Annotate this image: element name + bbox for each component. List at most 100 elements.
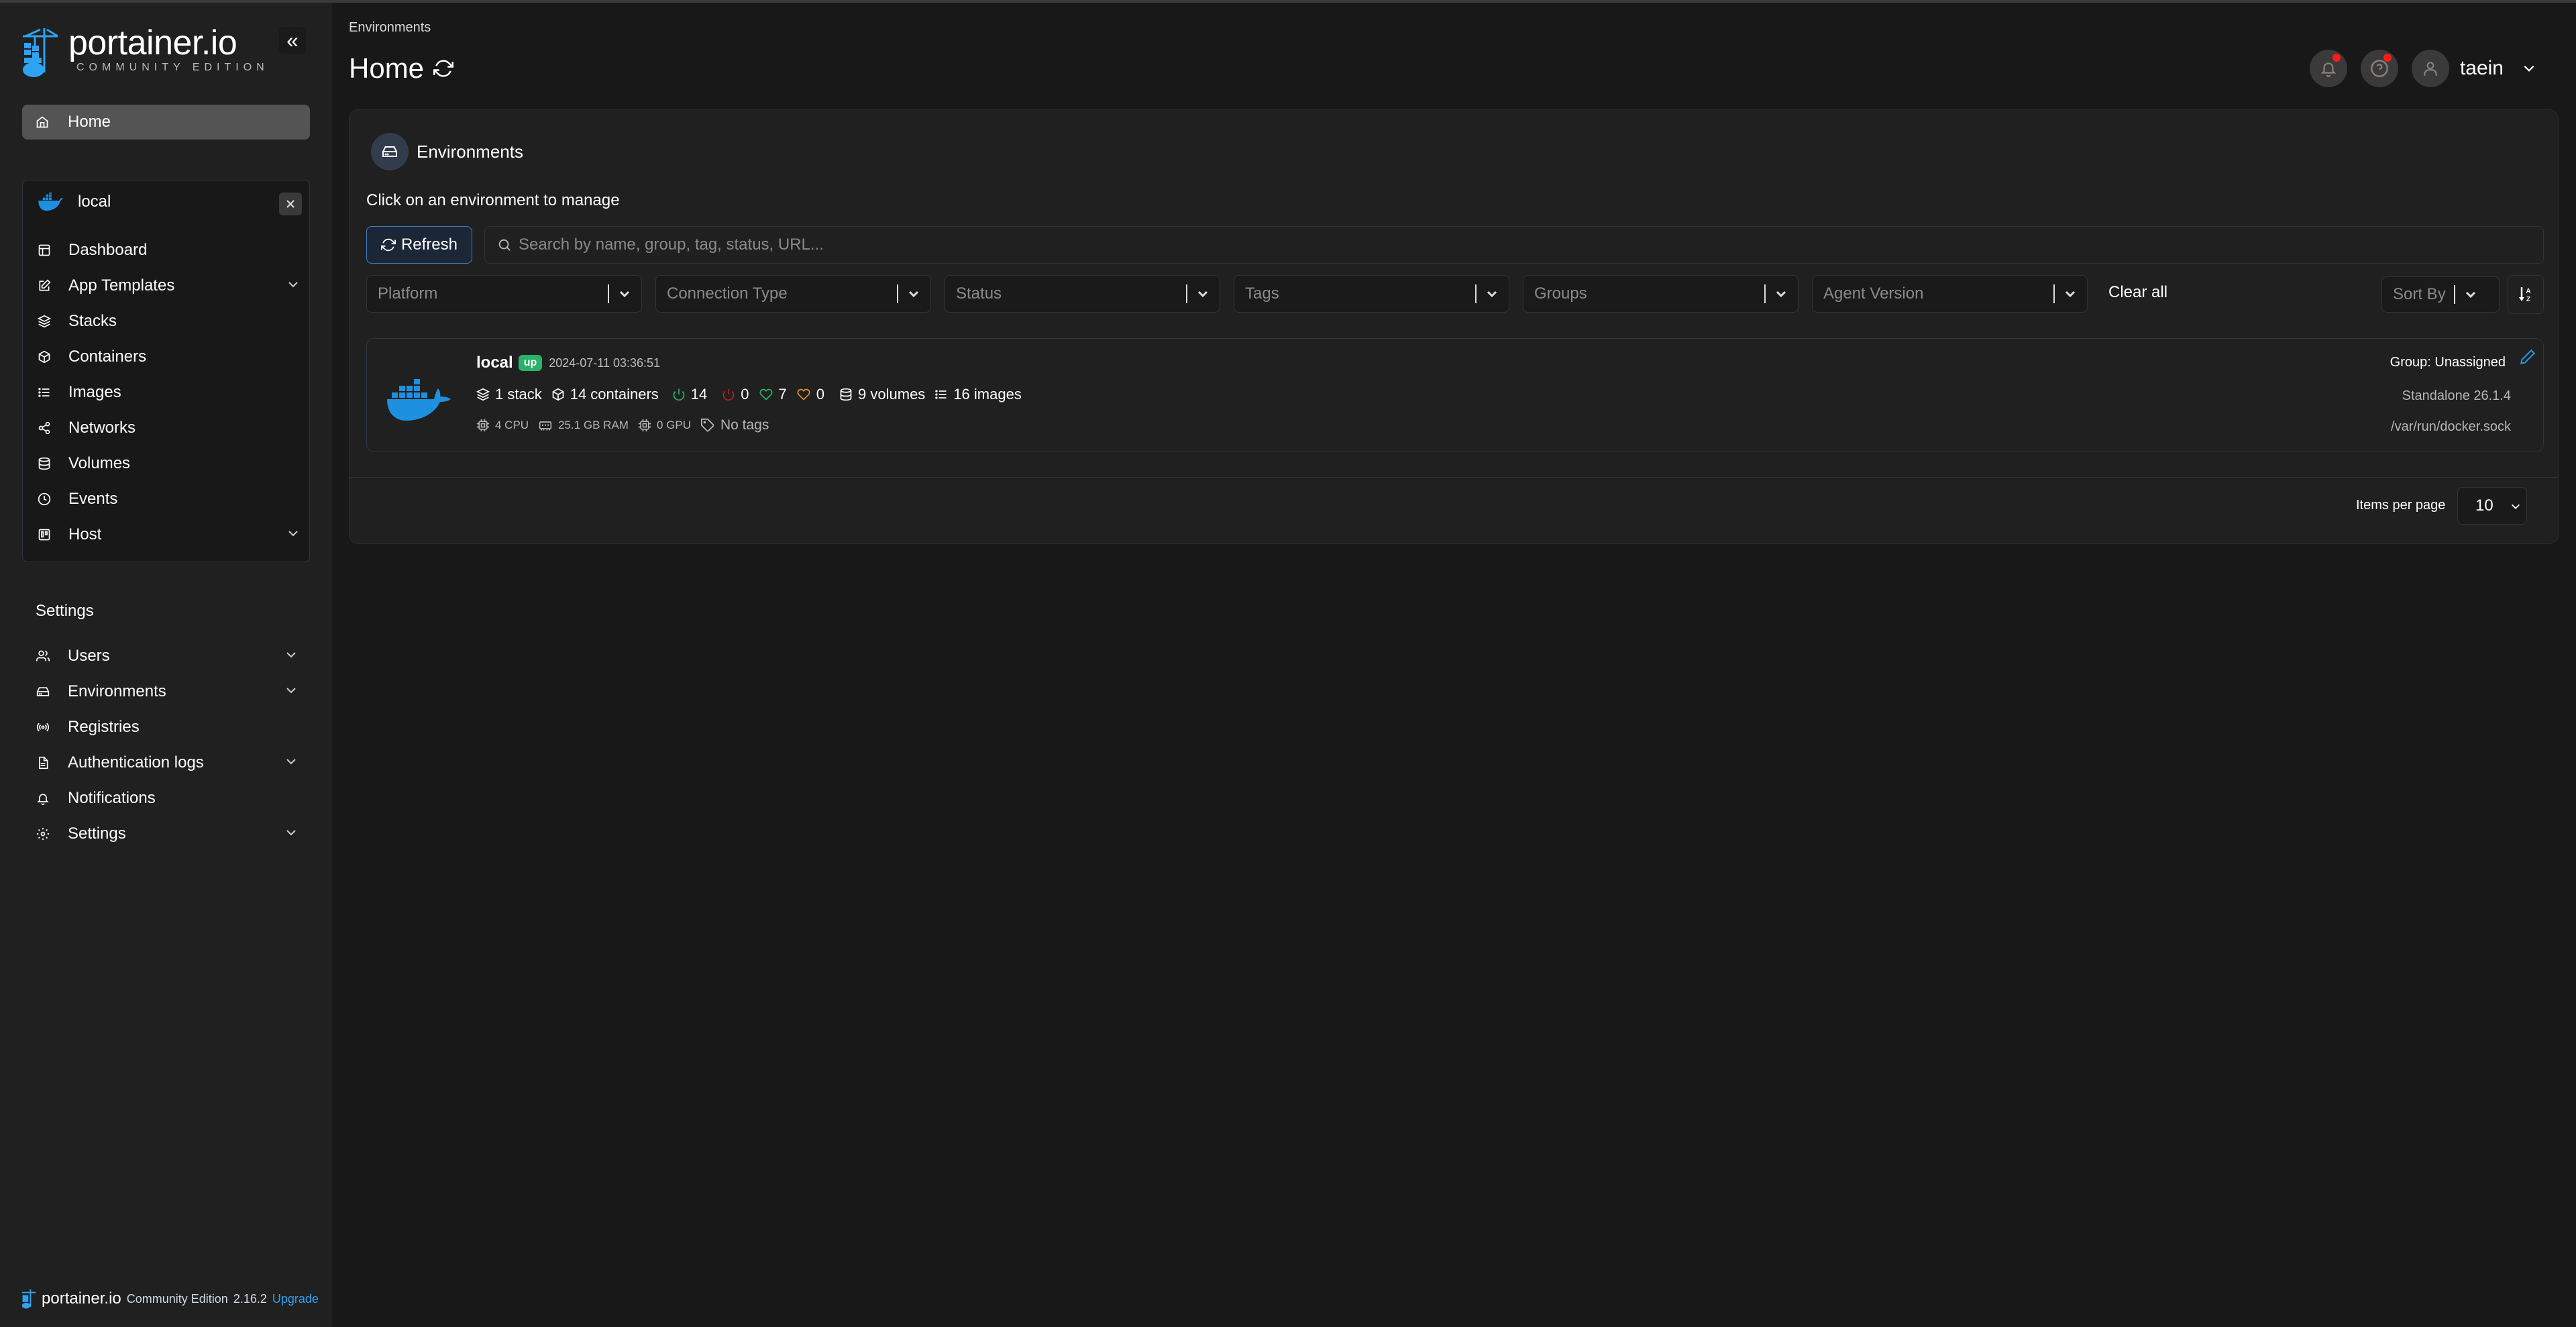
chevron-down-icon[interactable]	[287, 280, 299, 288]
page-title-text: Home	[349, 52, 425, 84]
refresh-page-button[interactable]	[432, 58, 455, 78]
environment-timestamp: 2024-07-11 03:36:51	[549, 356, 661, 370]
filter-agent-version[interactable]: Agent Version	[1812, 275, 2088, 313]
search-icon	[498, 239, 511, 251]
sidebar-item-host[interactable]: Host	[38, 521, 299, 548]
filter-status[interactable]: Status	[945, 275, 1220, 313]
portainer-logo[interactable]: portainer.io COMMUNITY EDITION	[21, 25, 269, 79]
environment-resources: 4 CPU 25.1 GB RAM 0 GPU No tags	[476, 417, 778, 433]
panel-header: Environments	[371, 133, 523, 170]
search-input[interactable]	[519, 235, 2464, 254]
sort-direction-button[interactable]: A Z	[2508, 275, 2544, 314]
panel-icon-wrapper	[371, 133, 409, 170]
breadcrumb[interactable]: Environments	[349, 20, 431, 36]
help-dot	[2383, 54, 2392, 62]
sidebar-item-events[interactable]: Events	[38, 486, 299, 513]
user-name[interactable]: taein	[2460, 57, 2504, 80]
sidebar-item-label: Notifications	[68, 789, 156, 807]
chevron-down-icon[interactable]	[285, 651, 297, 659]
filter-placeholder: Connection Type	[667, 284, 788, 303]
items-per-page-select[interactable]: 10	[2457, 487, 2527, 525]
search-field[interactable]	[484, 226, 2544, 264]
sidebar-item-home[interactable]: Home	[22, 105, 310, 140]
sidebar-item-volumes[interactable]: Volumes	[38, 450, 299, 477]
filter-connection-type[interactable]: Connection Type	[655, 275, 931, 313]
user-avatar[interactable]	[2411, 50, 2449, 87]
chevron-down-icon[interactable]	[285, 829, 297, 837]
header-actions: taein	[2296, 50, 2536, 87]
refresh-icon	[380, 238, 396, 252]
upgrade-link[interactable]: Upgrade	[272, 1292, 319, 1306]
sidebar-item-registries[interactable]: Registries	[36, 714, 297, 741]
running-count: 14	[690, 386, 708, 403]
sidebar-item-label: Users	[68, 647, 110, 665]
user-icon	[2424, 62, 2437, 76]
sidebar-item-images[interactable]: Images	[38, 379, 299, 406]
footer-edition: Community Edition	[126, 1291, 228, 1306]
panel-hint: Click on an environment to manage	[366, 191, 620, 209]
refresh-button[interactable]: Refresh	[366, 226, 472, 264]
items-per-page-label: Items per page	[2356, 498, 2446, 513]
tag-icon	[700, 418, 714, 432]
sidebar-item-networks[interactable]: Networks	[38, 415, 299, 441]
environment-header[interactable]: local	[38, 193, 111, 211]
sidebar-item-notifications[interactable]: Notifications	[36, 785, 297, 812]
chevron-down-icon	[1487, 290, 1497, 298]
filter-tags[interactable]: Tags	[1234, 275, 1509, 313]
collapse-sidebar-button[interactable]: «	[279, 27, 306, 54]
docker-icon	[38, 193, 63, 211]
sidebar-item-stacks[interactable]: Stacks	[38, 308, 299, 335]
home-icon	[36, 116, 48, 128]
notifications-button[interactable]	[2309, 50, 2347, 87]
chevron-down-icon[interactable]	[285, 757, 297, 765]
close-environment-button[interactable]	[279, 193, 302, 215]
healthy-stat: 7	[759, 386, 787, 403]
sidebar-item-label: Networks	[68, 419, 136, 437]
edit-environment-button[interactable]	[2519, 348, 2536, 366]
chevron-down-icon[interactable]	[2522, 64, 2536, 73]
sidebar-item-environments[interactable]: Environments	[36, 678, 297, 705]
ram-stat: 25.1 GB RAM	[538, 419, 629, 432]
sidebar-item-label: Events	[68, 490, 118, 508]
cpu-count: 4 CPU	[495, 419, 529, 431]
svg-text:A: A	[2526, 288, 2530, 295]
portainer-crane-icon	[23, 28, 58, 77]
chevron-down-icon[interactable]	[287, 529, 299, 537]
filter-platform[interactable]: Platform	[366, 275, 642, 313]
chevron-down-icon	[908, 290, 919, 298]
sidebar-item-authentication-logs[interactable]: Authentication logs	[36, 749, 297, 776]
environments-panel: Environments Click on an environment to …	[349, 109, 2559, 544]
help-button[interactable]	[2360, 50, 2398, 87]
filter-groups[interactable]: Groups	[1523, 275, 1799, 313]
divider	[608, 284, 609, 303]
list-icon	[935, 390, 947, 399]
sidebar-item-dashboard[interactable]: Dashboard	[38, 237, 299, 264]
sort-by-select[interactable]: Sort By	[2381, 276, 2500, 313]
images-count: 16 images	[953, 386, 1022, 403]
edit-icon	[39, 279, 51, 291]
tags-value: No tags	[720, 417, 769, 433]
environment-title-row: local up 2024-07-11 03:36:51	[476, 354, 660, 372]
sidebar-item-containers[interactable]: Containers	[38, 343, 299, 370]
divider	[2453, 285, 2455, 304]
box-icon	[552, 388, 564, 401]
divider	[897, 284, 898, 303]
sort-by-placeholder: Sort By	[2393, 285, 2446, 303]
chevron-down-icon[interactable]	[285, 686, 297, 694]
sidebar-item-users[interactable]: Users	[36, 643, 297, 670]
settings-section-title: Settings	[36, 602, 94, 620]
environment-card[interactable]: local up 2024-07-11 03:36:51 1 stack 14 …	[366, 338, 2544, 452]
users-icon	[36, 650, 50, 661]
sidebar-item-app-templates[interactable]: App Templates	[38, 272, 299, 299]
stacks-count: 1 stack	[495, 386, 542, 403]
stacks-stat: 1 stack	[476, 386, 542, 403]
double-chevron-left-icon: «	[286, 28, 299, 52]
clear-all-button[interactable]: Clear all	[2108, 283, 2167, 302]
volumes-count: 9 volumes	[858, 386, 926, 403]
filter-placeholder: Agent Version	[1823, 284, 1924, 303]
sidebar: portainer.io COMMUNITY EDITION « Home lo…	[0, 3, 332, 1327]
sidebar-item-settings[interactable]: Settings	[36, 820, 297, 847]
page-title: Home	[349, 52, 455, 85]
help-circle-icon	[2371, 60, 2388, 77]
running-stat: 14	[672, 386, 707, 403]
